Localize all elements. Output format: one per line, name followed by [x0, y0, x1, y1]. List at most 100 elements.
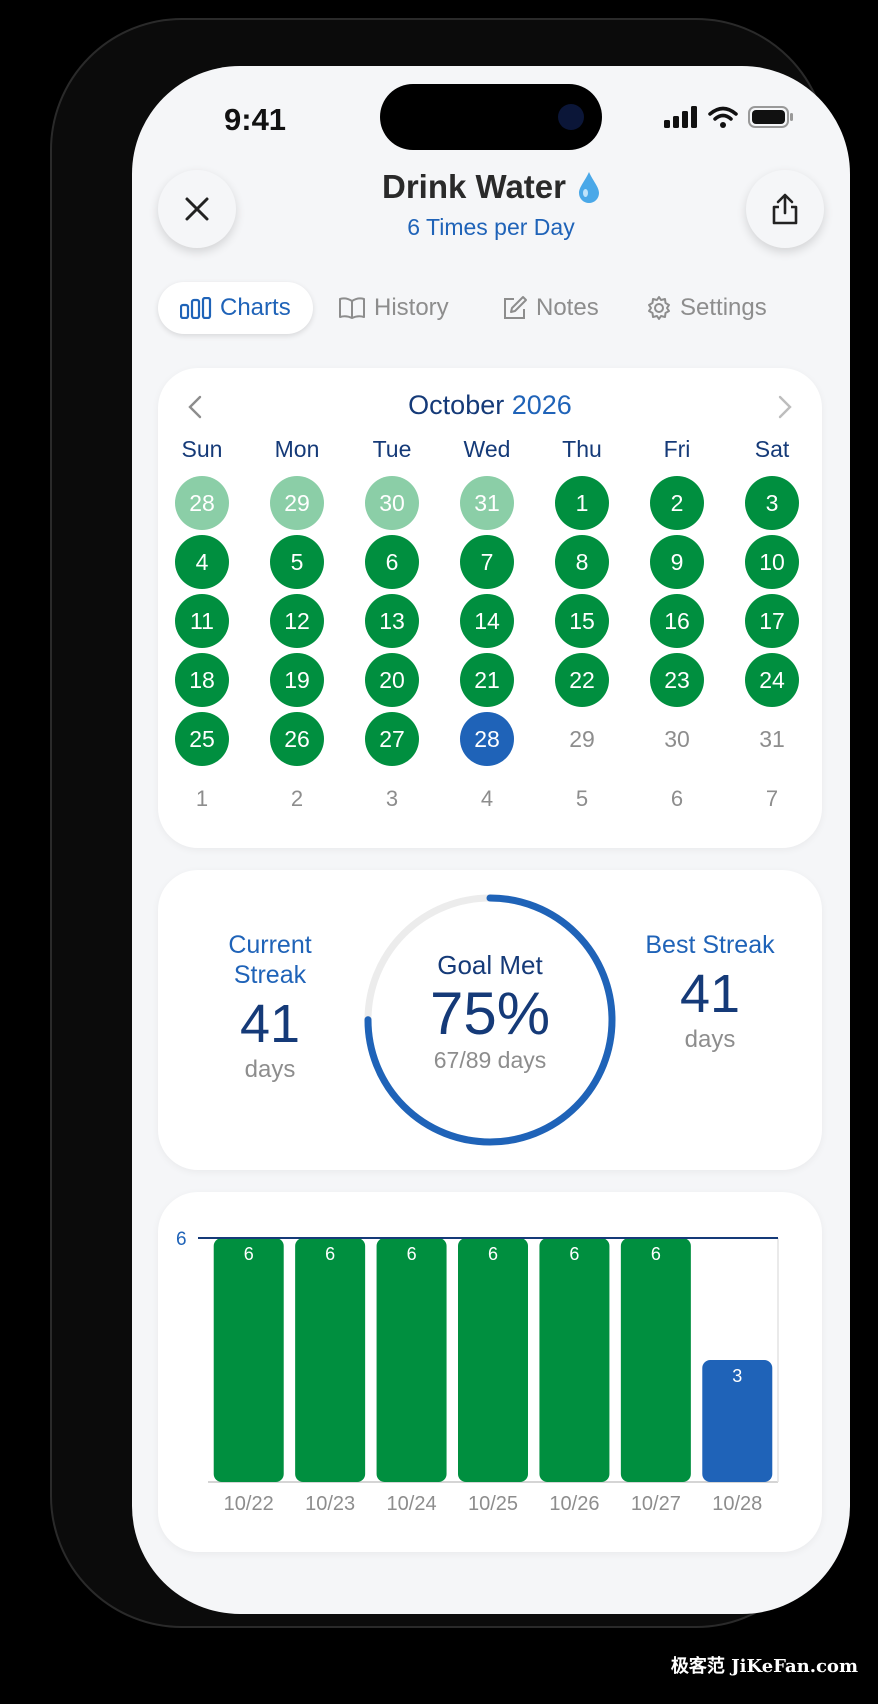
calendar-day[interactable]: 23	[650, 653, 704, 707]
calendar-day[interactable]: 9	[650, 535, 704, 589]
calendar-day[interactable]: 20	[365, 653, 419, 707]
calendar-day[interactable]: 25	[175, 712, 229, 766]
calendar-day[interactable]: 31	[460, 476, 514, 530]
calendar-day[interactable]: 28	[175, 476, 229, 530]
current-streak-value: 41	[239, 994, 301, 1054]
calendar-year: 2026	[511, 390, 572, 420]
calendar-header: October 2026	[158, 388, 822, 428]
tab-charts[interactable]: Charts	[158, 282, 313, 334]
week-number: 6	[670, 786, 684, 811]
chevron-right-icon	[778, 395, 792, 419]
calendar-day[interactable]: 2	[650, 476, 704, 530]
x-tick-label: 10/27	[631, 1493, 681, 1515]
calendar-day[interactable]: 22	[555, 653, 609, 707]
tab-history-label: History	[374, 294, 449, 321]
page-title: Drink Water	[382, 168, 566, 205]
calendar-month: October	[408, 390, 505, 420]
calendar-day[interactable]: 4	[175, 535, 229, 589]
best-streak-value: 41	[679, 964, 741, 1024]
bar-value-label: 3	[732, 1366, 742, 1386]
calendar-day[interactable]: 10	[745, 535, 799, 589]
calendar-day[interactable]: 29	[270, 476, 324, 530]
bar-value-label: 6	[407, 1244, 417, 1264]
chart-card: 6 10/22 6 10/23 6 10/24 6 10/25 6 10/26 6 10/27 3 10/…	[158, 1192, 822, 1552]
bar-value-label: 6	[488, 1244, 498, 1264]
best-streak-label: Best Streak	[645, 931, 775, 959]
tab-settings[interactable]: Settings	[646, 282, 767, 334]
calendar-day[interactable]: 27	[365, 712, 419, 766]
x-tick-label: 10/28	[712, 1493, 762, 1515]
tab-bar: Charts History Notes Settings	[158, 282, 828, 338]
bar-value-label: 6	[651, 1244, 661, 1264]
weekday-label: Thu	[562, 436, 602, 462]
calendar-day[interactable]: 13	[365, 594, 419, 648]
weekday-label: Fri	[663, 436, 691, 462]
tab-history[interactable]: History	[338, 282, 449, 334]
weekday-label: Sun	[181, 436, 223, 462]
chart-bar	[213, 1238, 284, 1482]
week-number: 3	[385, 786, 399, 811]
calendar-day[interactable]: 19	[270, 653, 324, 707]
y-tick-label: 6	[176, 1229, 187, 1250]
week-number: 4	[480, 786, 494, 811]
chart-bar	[376, 1238, 447, 1482]
wifi-icon	[708, 106, 738, 128]
calendar-day[interactable]: 16	[650, 594, 704, 648]
bar-value-label: 6	[569, 1244, 579, 1264]
week-number: 1	[195, 786, 209, 811]
water-drop-icon	[578, 172, 599, 203]
status-icons	[664, 106, 794, 128]
chart-bar	[458, 1238, 528, 1482]
edit-icon	[504, 296, 527, 319]
calendar-day[interactable]: 18	[175, 653, 229, 707]
calendar-day[interactable]: 15	[555, 594, 609, 648]
calendar-day[interactable]: 30	[365, 476, 419, 530]
weekday-label: Tue	[372, 436, 412, 462]
calendar-day[interactable]: 8	[555, 535, 609, 589]
dynamic-island	[380, 84, 602, 150]
page-title-row: Drink Water	[382, 168, 600, 206]
signal-icon	[664, 106, 697, 128]
calendar-day[interactable]: 12	[270, 594, 324, 648]
weekday-label: Sat	[754, 436, 790, 462]
x-tick-label: 10/24	[387, 1493, 437, 1515]
calendar-day[interactable]: 28	[460, 712, 514, 766]
next-month-button[interactable]	[776, 394, 794, 425]
x-tick-label: 10/25	[468, 1493, 518, 1515]
calendar-day[interactable]: 5	[270, 535, 324, 589]
calendar-day[interactable]: 3	[745, 476, 799, 530]
week-number: 5	[575, 786, 589, 811]
calendar-day[interactable]: 17	[745, 594, 799, 648]
tab-notes[interactable]: Notes	[502, 282, 599, 334]
calendar-day[interactable]: 1	[555, 476, 609, 530]
calendar-day[interactable]: 6	[365, 535, 419, 589]
daily-bar-chart: 6 10/22 6 10/23 6 10/24 6 10/25 6 10/26 6 10/27 3 10/…	[176, 1229, 779, 1515]
calendar-day[interactable]: 14	[460, 594, 514, 648]
calendar-day[interactable]: 29	[555, 712, 609, 766]
phone-frame: 9:41 Drink Water 6 Times per Day Charts …	[50, 18, 850, 1628]
week-number: 2	[290, 786, 304, 811]
chart-bar	[295, 1238, 366, 1482]
current-streak-label: Current Streak	[228, 931, 312, 989]
chart-bar	[539, 1238, 610, 1482]
camera-icon	[558, 104, 584, 130]
current-streak-unit: days	[244, 1056, 296, 1083]
calendar-month-title: October 2026	[158, 390, 822, 421]
status-time: 9:41	[224, 102, 287, 137]
gear-icon	[648, 296, 670, 320]
calendar-day[interactable]: 11	[175, 594, 229, 648]
goal-met-percent: 75%	[429, 980, 551, 1047]
calendar-day[interactable]: 30	[650, 712, 704, 766]
book-icon	[339, 297, 365, 319]
calendar-day[interactable]: 21	[460, 653, 514, 707]
tab-settings-label: Settings	[680, 294, 767, 321]
chart-bar	[620, 1238, 691, 1482]
calendar-day[interactable]: 26	[270, 712, 324, 766]
watermark: 极客范 JiKeFan.com	[670, 1656, 858, 1677]
share-button[interactable]	[746, 170, 824, 248]
calendar-day[interactable]: 24	[745, 653, 799, 707]
goal-met-label: Goal Met	[437, 950, 543, 980]
battery-icon	[748, 106, 793, 128]
calendar-day[interactable]: 7	[460, 535, 514, 589]
calendar-day[interactable]: 31	[745, 712, 799, 766]
